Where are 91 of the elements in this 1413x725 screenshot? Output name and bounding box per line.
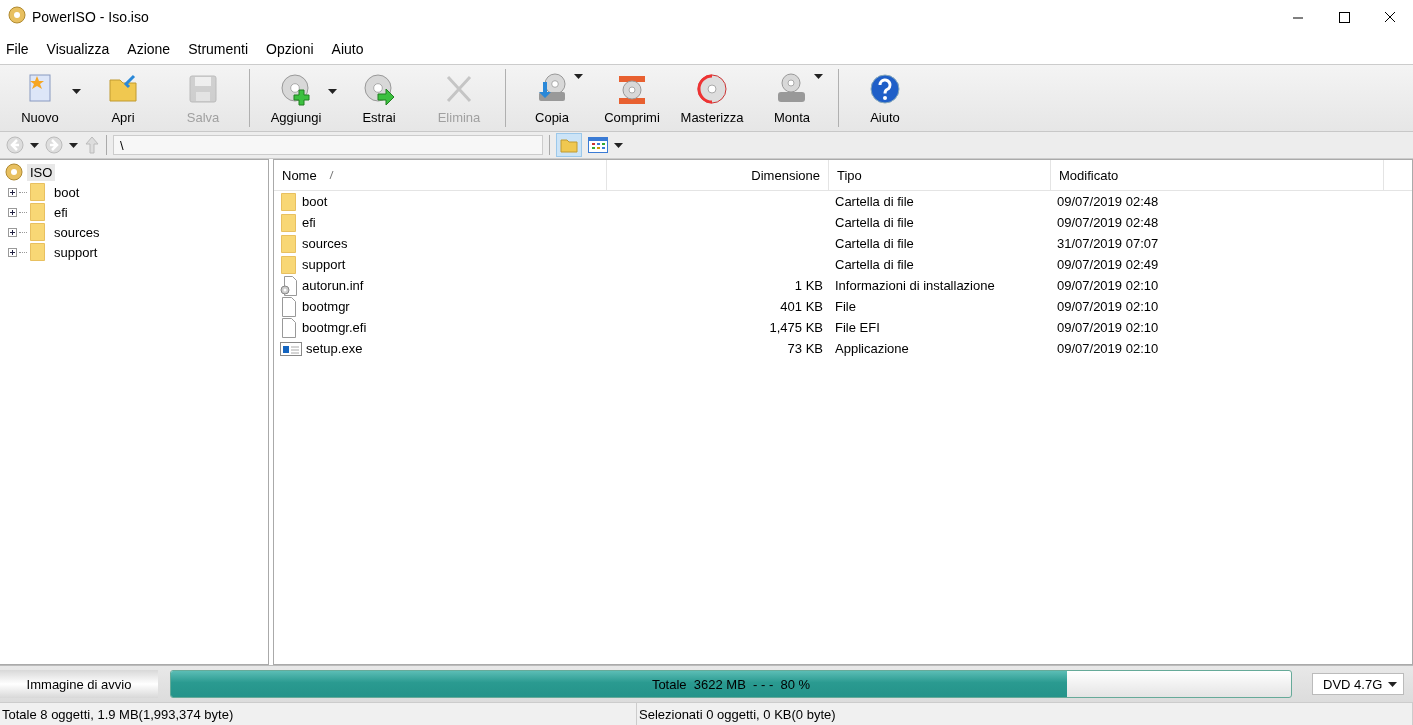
caret-icon[interactable] <box>328 88 337 94</box>
folders-toggle-button[interactable] <box>556 133 582 157</box>
toolbar-button[interactable]: Apri <box>88 68 158 128</box>
file-date: 09/07/2019 02:10 <box>1057 278 1159 293</box>
toolbar-button[interactable]: Masterizza <box>677 68 747 128</box>
tree-item[interactable]: ISO <box>27 163 56 181</box>
toolbar-button[interactable]: Monta <box>757 68 827 128</box>
file-name[interactable]: bootmgr <box>302 299 350 314</box>
document-icon <box>280 296 298 317</box>
disc-arrow-icon <box>362 71 396 106</box>
capacity-text: Totale 3622 MB - - - 80 % <box>651 676 811 692</box>
help-icon <box>868 71 902 106</box>
file-date: 09/07/2019 02:49 <box>1057 257 1159 272</box>
file-name[interactable]: sources <box>302 236 348 251</box>
expand-icon[interactable] <box>8 227 17 237</box>
disc-icon <box>8 6 26 24</box>
caret-icon[interactable] <box>69 142 78 148</box>
expand-icon[interactable] <box>8 207 17 217</box>
file-name[interactable]: boot <box>302 194 328 209</box>
folder-icon <box>29 182 47 202</box>
caret-icon[interactable] <box>30 142 39 148</box>
file-type: Cartella di file <box>835 257 914 272</box>
toolbar-button[interactable]: Nuovo <box>5 68 75 128</box>
caret-icon[interactable] <box>814 73 823 79</box>
expand-icon[interactable] <box>8 187 17 197</box>
boot-image-button[interactable]: Immagine di avvio <box>0 670 158 698</box>
media-dropdown[interactable]: DVD 4.7G <box>1312 673 1404 695</box>
caret-icon[interactable] <box>72 88 81 94</box>
file-date: 09/07/2019 02:48 <box>1057 215 1159 230</box>
path-field[interactable]: \ <box>113 135 543 155</box>
menu-item[interactable]: Aiuto <box>331 40 364 57</box>
menu-item[interactable]: Azione <box>127 40 171 57</box>
column-header[interactable]: Tipo <box>829 160 1051 190</box>
file-name[interactable]: efi <box>302 215 316 230</box>
folder-icon <box>280 254 298 275</box>
file-type: Cartella di file <box>835 236 914 251</box>
folder-icon <box>29 242 47 262</box>
disc-flame-icon <box>695 71 729 106</box>
menu-item[interactable]: File <box>6 40 29 57</box>
file-type: File EFI <box>835 320 880 335</box>
toolbar-button[interactable]: Aiuto <box>850 68 920 128</box>
file-name[interactable]: autorun.inf <box>302 278 364 293</box>
column-header[interactable]: Modificato <box>1051 160 1384 190</box>
file-date: 09/07/2019 02:10 <box>1057 299 1159 314</box>
file-type: Cartella di file <box>835 194 914 209</box>
folder-icon <box>280 191 298 212</box>
caret-icon[interactable] <box>574 73 583 79</box>
toolbar-button[interactable]: Comprimi <box>597 68 667 128</box>
menu-item[interactable]: Visualizza <box>46 40 110 57</box>
file-name[interactable]: support <box>302 257 346 272</box>
file-date: 09/07/2019 02:10 <box>1057 320 1159 335</box>
tree-item[interactable]: support <box>51 243 101 261</box>
folder-icon <box>29 202 47 222</box>
file-date: 09/07/2019 02:10 <box>1057 341 1159 356</box>
status-text: Selezionati 0 oggetti, 0 KB(0 byte) <box>637 703 1413 725</box>
file-size: 1,475 KB <box>769 320 823 335</box>
column-header[interactable]: Dimensione <box>607 160 829 190</box>
file-type: Applicazione <box>835 341 909 356</box>
tree-item[interactable]: boot <box>51 183 83 201</box>
file-date: 31/07/2019 07:07 <box>1057 236 1159 251</box>
file-date: 09/07/2019 02:48 <box>1057 194 1159 209</box>
toolbar-button[interactable]: Estrai <box>344 68 414 128</box>
file-size: 401 KB <box>780 299 823 314</box>
toolbar-button[interactable]: Aggiungi <box>261 68 331 128</box>
expand-icon[interactable] <box>8 247 17 257</box>
file-type: File <box>835 299 856 314</box>
view-grid-icon[interactable] <box>588 137 608 153</box>
tree-item[interactable]: efi <box>51 203 71 221</box>
toolbar-button[interactable]: Copia <box>517 68 587 128</box>
folder-icon <box>280 212 298 233</box>
folder-icon <box>29 222 47 242</box>
menu-item[interactable]: Opzioni <box>266 40 314 57</box>
disc-icon <box>5 163 23 181</box>
disc-plus-icon <box>279 71 313 106</box>
file-type: Cartella di file <box>835 215 914 230</box>
file-size: 1 KB <box>794 278 823 293</box>
gear-document-icon <box>280 275 298 296</box>
document-icon <box>280 317 298 338</box>
file-name[interactable]: bootmgr.efi <box>302 320 367 335</box>
column-header[interactable]: Nome <box>274 160 607 190</box>
menu-item[interactable]: Strumenti <box>188 40 249 57</box>
caret-icon <box>1388 681 1397 687</box>
file-name[interactable]: setup.exe <box>306 341 363 356</box>
caret-icon[interactable] <box>614 142 623 148</box>
file-type: Informazioni di installazione <box>835 278 995 293</box>
window-title: PowerISO - Iso.iso <box>32 8 150 25</box>
tree-item[interactable]: sources <box>51 223 103 241</box>
file-size: 73 KB <box>787 341 823 356</box>
window-icon <box>280 339 302 358</box>
status-text: Totale 8 oggetti, 1.9 MB(1,993,374 byte) <box>0 703 637 725</box>
folder-icon <box>280 233 298 254</box>
